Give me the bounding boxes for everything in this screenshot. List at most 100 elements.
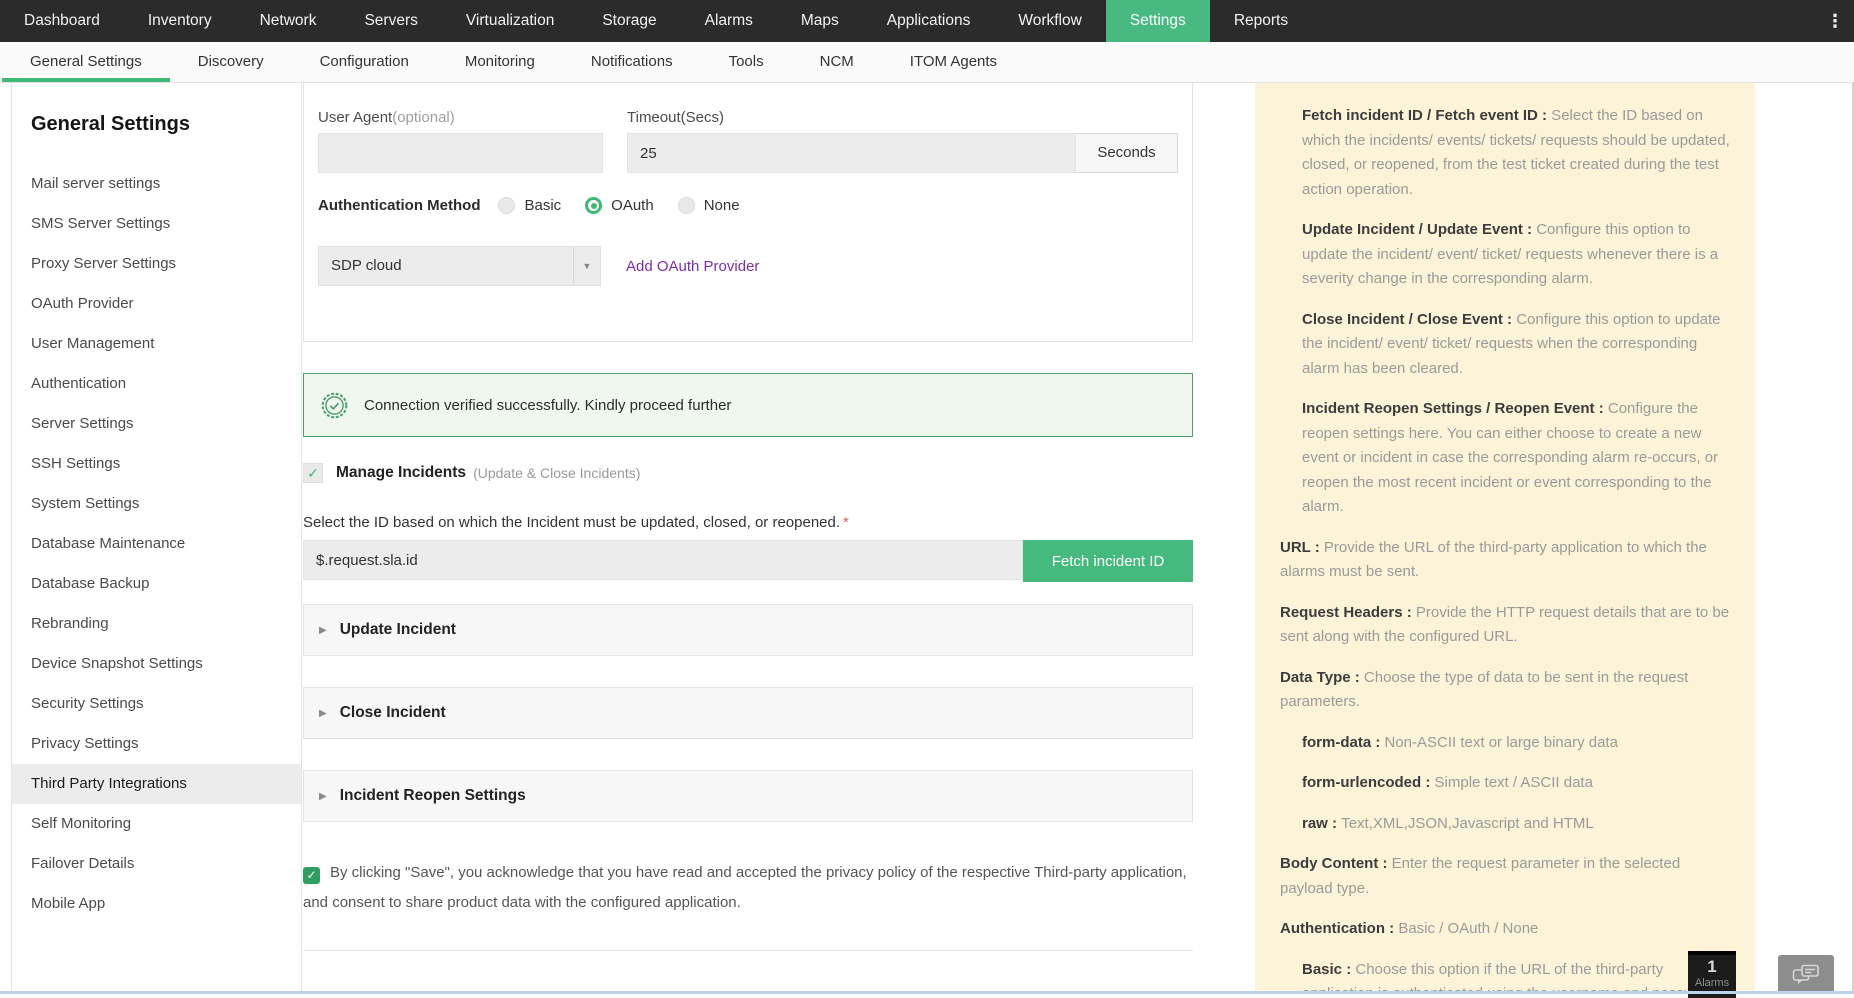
add-oauth-provider-link[interactable]: Add OAuth Provider bbox=[626, 258, 759, 275]
subnav-item-configuration[interactable]: Configuration bbox=[292, 42, 437, 82]
timeout-unit-suffix: Seconds bbox=[1076, 133, 1178, 173]
auth-method-options: Basic OAuth None bbox=[498, 197, 763, 214]
topnav-item-inventory[interactable]: Inventory bbox=[124, 0, 236, 42]
topnav-item-applications[interactable]: Applications bbox=[863, 0, 995, 42]
sidebar-title: General Settings bbox=[31, 113, 190, 135]
help-term: form-data : bbox=[1302, 733, 1385, 751]
incident-id-input[interactable] bbox=[303, 540, 1023, 580]
subnav-item-general-settings[interactable]: General Settings bbox=[2, 42, 170, 82]
help-desc: Text,XML,JSON,Javascript and HTML bbox=[1341, 814, 1594, 832]
timeout-label: Timeout(Secs) bbox=[627, 109, 724, 126]
topnav-item-alarms[interactable]: Alarms bbox=[681, 0, 777, 42]
help-entry: Fetch incident ID / Fetch event ID : Sel… bbox=[1280, 104, 1730, 202]
accordion-update-incident[interactable]: ▶ Update Incident bbox=[303, 604, 1193, 656]
help-desc: Basic / OAuth / None bbox=[1398, 920, 1539, 937]
help-desc: Provide the URL of the third-party appli… bbox=[1280, 538, 1707, 581]
topnav-item-servers[interactable]: Servers bbox=[340, 0, 441, 42]
sidebar-item-rebranding[interactable]: Rebranding bbox=[12, 604, 301, 644]
topnav-item-workflow[interactable]: Workflow bbox=[994, 0, 1105, 42]
sidebar-item-database-backup[interactable]: Database Backup bbox=[12, 564, 301, 604]
help-term: Close Incident / Close Event : bbox=[1302, 310, 1517, 328]
help-term: form-urlencoded : bbox=[1302, 774, 1435, 791]
topnav-item-dashboard[interactable]: Dashboard bbox=[0, 0, 124, 42]
sidebar-item-third-party-integrations[interactable]: Third Party Integrations bbox=[12, 764, 301, 804]
sidebar-item-mobile-app[interactable]: Mobile App bbox=[12, 884, 301, 924]
topnav-item-network[interactable]: Network bbox=[236, 0, 341, 42]
user-agent-input[interactable] bbox=[318, 133, 603, 173]
feedback-chat-button[interactable] bbox=[1778, 955, 1834, 994]
auth-option-oauth[interactable]: OAuth bbox=[585, 197, 654, 214]
sidebar-item-self-monitoring[interactable]: Self Monitoring bbox=[12, 804, 301, 844]
help-term: Update Incident / Update Event : bbox=[1302, 221, 1537, 238]
help-term: Data Type : bbox=[1280, 668, 1364, 686]
help-term: Body Content : bbox=[1280, 855, 1392, 872]
sidebar-item-security-settings[interactable]: Security Settings bbox=[12, 684, 301, 724]
auth-method-label: Authentication Method bbox=[318, 197, 481, 214]
accordion-incident-reopen-settings[interactable]: ▶ Incident Reopen Settings bbox=[303, 770, 1193, 822]
help-entry: Request Headers : Provide the HTTP reque… bbox=[1280, 601, 1730, 650]
auth-option-basic[interactable]: Basic bbox=[498, 197, 561, 214]
help-panel: Fetch incident ID / Fetch event ID : Sel… bbox=[1255, 83, 1755, 994]
sidebar-item-mail-server-settings[interactable]: Mail server settings bbox=[12, 164, 301, 204]
incident-id-label-text: Select the ID based on which the Inciden… bbox=[303, 514, 841, 531]
verified-seal-icon bbox=[321, 392, 348, 419]
topnav-item-storage[interactable]: Storage bbox=[578, 0, 680, 42]
sidebar-item-user-management[interactable]: User Management bbox=[12, 324, 301, 364]
sidebar-item-authentication[interactable]: Authentication bbox=[12, 364, 301, 404]
help-entry: Body Content : Enter the request paramet… bbox=[1280, 852, 1730, 901]
accordion-list: ▶ Update Incident ▶ Close Incident ▶ Incident… bbox=[303, 604, 1193, 822]
sidebar-item-proxy-server-settings[interactable]: Proxy Server Settings bbox=[12, 244, 301, 284]
chevron-down-icon: ▼ bbox=[573, 247, 600, 285]
incident-id-row: Fetch incident ID bbox=[303, 540, 1193, 582]
sidebar-item-privacy-settings[interactable]: Privacy Settings bbox=[12, 724, 301, 764]
help-entry: Basic : Choose this option if the URL of… bbox=[1280, 958, 1730, 995]
subnav-items: General Settings Discovery Configuration Mo… bbox=[2, 42, 1025, 82]
sidebar-item-server-settings[interactable]: Server Settings bbox=[12, 404, 301, 444]
sidebar-item-failover-details[interactable]: Failover Details bbox=[12, 844, 301, 884]
sidebar-item-sms-server-settings[interactable]: SMS Server Settings bbox=[12, 204, 301, 244]
oauth-provider-dropdown[interactable]: SDP cloud ▼ bbox=[318, 246, 601, 286]
manage-incidents-checkbox[interactable]: ✓ bbox=[303, 463, 323, 483]
help-entry: form-data : Non-ASCII text or large bina… bbox=[1280, 731, 1730, 756]
help-term: Basic : bbox=[1302, 960, 1356, 978]
radio-icon bbox=[498, 197, 516, 214]
user-agent-optional-text: (optional) bbox=[392, 109, 455, 126]
incident-id-label: Select the ID based on which the Inciden… bbox=[303, 514, 1193, 531]
help-desc: Choose this option if the URL of the thi… bbox=[1302, 960, 1721, 995]
auth-option-none[interactable]: None bbox=[677, 197, 740, 214]
sidebar-item-oauth-provider[interactable]: OAuth Provider bbox=[12, 284, 301, 324]
help-term: Authentication : bbox=[1280, 920, 1399, 937]
subnav-item-monitoring[interactable]: Monitoring bbox=[437, 42, 563, 82]
topnav-item-settings[interactable]: Settings bbox=[1105, 0, 1210, 42]
timeout-input[interactable] bbox=[627, 133, 1076, 173]
sidebar-item-system-settings[interactable]: System Settings bbox=[12, 484, 301, 524]
sidebar-item-device-snapshot-settings[interactable]: Device Snapshot Settings bbox=[12, 644, 301, 684]
overflow-menu-icon[interactable]: ⋮ bbox=[1818, 0, 1852, 42]
manage-incidents-sublabel: (Update & Close Incidents) bbox=[473, 465, 641, 481]
help-entry: form-urlencoded : Simple text / ASCII da… bbox=[1280, 771, 1730, 796]
subnav-item-itom-agents[interactable]: ITOM Agents bbox=[882, 42, 1025, 82]
topnav-item-virtualization[interactable]: Virtualization bbox=[442, 0, 578, 42]
subnav-item-notifications[interactable]: Notifications bbox=[563, 42, 701, 82]
help-term: Request Headers : bbox=[1280, 603, 1416, 621]
privacy-consent-checkbox[interactable]: ✓ bbox=[303, 867, 320, 884]
subnav-item-ncm[interactable]: NCM bbox=[792, 42, 882, 82]
chevron-right-icon: ▶ bbox=[319, 624, 327, 636]
topnav-item-maps[interactable]: Maps bbox=[777, 0, 863, 42]
fetch-incident-id-button[interactable]: Fetch incident ID bbox=[1023, 540, 1193, 582]
accordion-close-incident[interactable]: ▶ Close Incident bbox=[303, 687, 1193, 739]
topnav-item-reports[interactable]: Reports bbox=[1210, 0, 1312, 42]
manage-incidents-label: Manage Incidents bbox=[336, 464, 467, 481]
oauth-provider-selected-value: SDP cloud bbox=[331, 257, 402, 274]
help-entry: raw : Text,XML,JSON,Javascript and HTML bbox=[1280, 812, 1730, 837]
subnav-item-discovery[interactable]: Discovery bbox=[170, 42, 292, 82]
help-entry: Data Type : Choose the type of data to b… bbox=[1280, 666, 1730, 715]
alarm-count-label: Alarms bbox=[1694, 977, 1730, 989]
sidebar-item-database-maintenance[interactable]: Database Maintenance bbox=[12, 524, 301, 564]
help-term: Fetch incident ID / Fetch event ID : bbox=[1302, 107, 1552, 124]
help-entry: Close Incident / Close Event : Configure… bbox=[1280, 308, 1730, 382]
help-desc: Simple text / ASCII data bbox=[1434, 774, 1593, 791]
subnav-item-tools[interactable]: Tools bbox=[701, 42, 792, 82]
chat-bubbles-icon bbox=[1792, 964, 1820, 986]
sidebar-item-ssh-settings[interactable]: SSH Settings bbox=[12, 444, 301, 484]
